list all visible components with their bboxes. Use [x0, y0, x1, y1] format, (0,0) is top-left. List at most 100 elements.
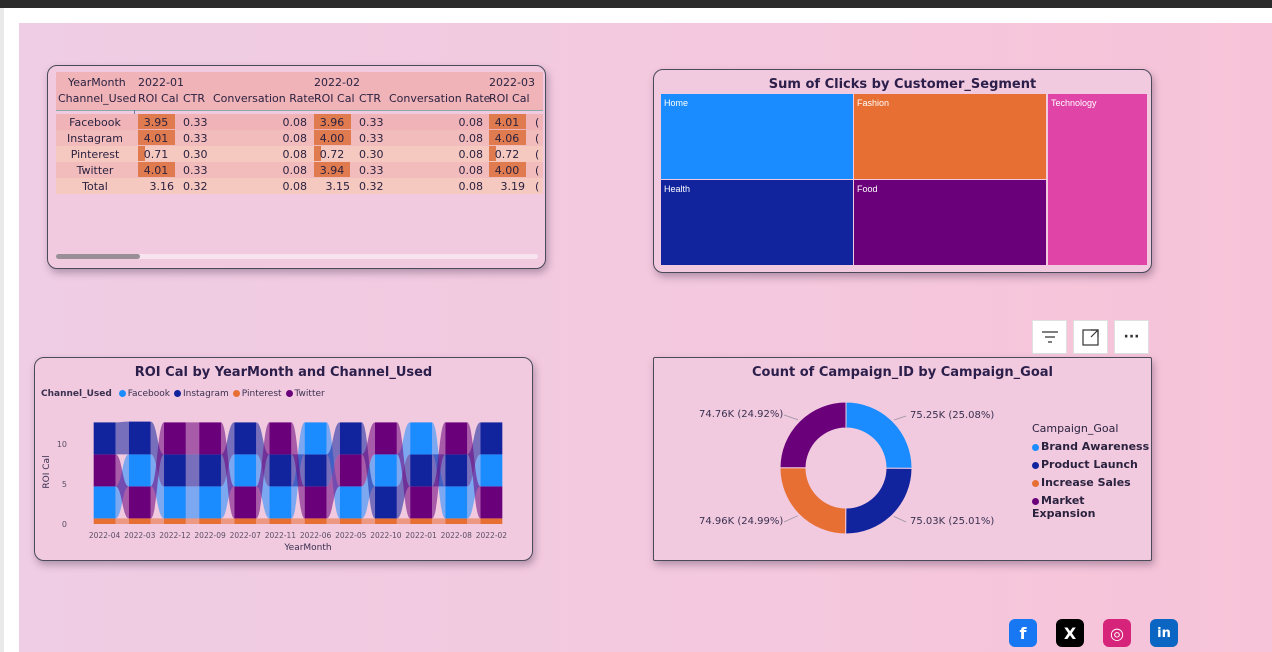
- bar-segment-pinterest[interactable]: [93, 518, 116, 524]
- bar-segment-instagram[interactable]: [339, 422, 362, 455]
- bar-segment-twitter[interactable]: [269, 422, 292, 455]
- matrix-cell: 0.08: [458, 164, 484, 177]
- x-tick-label: 2022-08: [441, 531, 473, 540]
- bar-segment-twitter[interactable]: [234, 486, 257, 519]
- bar-segment-pinterest[interactable]: [234, 518, 257, 524]
- treemap-tile-technology[interactable]: Technology: [1048, 94, 1147, 265]
- matrix-column-header: ROI Cal: [138, 92, 179, 105]
- legend-label: Product Launch: [1041, 458, 1138, 471]
- ribbon-chart-visual[interactable]: ROI Cal by YearMonth and Channel_Used Ch…: [34, 357, 533, 561]
- matrix-cell-clipped: (: [535, 148, 540, 161]
- bar-segment-twitter[interactable]: [375, 422, 397, 455]
- bar-segment-facebook[interactable]: [93, 486, 116, 519]
- donut-slice-brand-awareness[interactable]: [845, 401, 913, 469]
- legend-item[interactable]: Increase Sales: [1032, 476, 1151, 489]
- bar-segment-instagram[interactable]: [164, 454, 186, 487]
- bar-segment-instagram[interactable]: [410, 454, 432, 487]
- donut-chart-visual[interactable]: Count of Campaign_ID by Campaign_Goal 75…: [653, 357, 1152, 561]
- ribbon-plot: 10 5 0 ROI Cal 2022-04 2022-03 2022-12 2022-09 2…: [42, 421, 507, 553]
- matrix-visual[interactable]: YearMonth Channel_Used 2022-01 2022-02 2022-…: [47, 65, 546, 269]
- legend-title: Campaign_Goal: [1032, 422, 1119, 435]
- treemap-visual[interactable]: Sum of Clicks by Customer_Segment Home Fa…: [653, 69, 1152, 273]
- bar-segment-pinterest[interactable]: [480, 518, 503, 524]
- matrix-table: YearMonth Channel_Used 2022-01 2022-02 2022-…: [48, 66, 545, 268]
- ribbon-pinterest: [291, 518, 305, 524]
- donut-data-label: 75.25K (25.08%): [910, 410, 995, 421]
- bar-segment-pinterest[interactable]: [269, 518, 292, 524]
- report-canvas: YearMonth Channel_Used 2022-01 2022-02 2022-…: [19, 23, 1272, 652]
- donut-data-label: 75.03K (25.01%): [910, 516, 995, 527]
- bar-segment-twitter[interactable]: [339, 454, 362, 487]
- bar-segment-pinterest[interactable]: [199, 518, 221, 524]
- treemap-tile-food[interactable]: Food: [854, 180, 1046, 265]
- bar-segment-pinterest[interactable]: [339, 518, 362, 524]
- matrix-cell-clipped: (: [535, 180, 540, 193]
- bar-segment-pinterest[interactable]: [164, 518, 186, 524]
- bar-segment-pinterest[interactable]: [375, 518, 397, 524]
- bar-segment-facebook[interactable]: [339, 486, 362, 519]
- donut-slice-product-launch[interactable]: [845, 467, 913, 535]
- bar-segment-facebook[interactable]: [269, 486, 292, 519]
- filter-button[interactable]: [1032, 320, 1067, 354]
- bar-segment-facebook[interactable]: [445, 486, 468, 519]
- focus-mode-button[interactable]: [1073, 320, 1108, 354]
- bar-segment-instagram[interactable]: [199, 454, 221, 487]
- matrix-period-header: 2022-03: [489, 76, 535, 89]
- bar-segment-twitter[interactable]: [128, 486, 151, 519]
- y-tick-label: 10: [57, 440, 67, 449]
- matrix-cell: 0.08: [282, 148, 308, 161]
- bar-segment-instagram[interactable]: [445, 454, 468, 487]
- bar-segment-instagram[interactable]: [375, 486, 397, 519]
- donut-slice-market-expansion[interactable]: [779, 401, 847, 469]
- leader-line: [783, 414, 799, 421]
- scrollbar-thumb[interactable]: [56, 254, 140, 259]
- bar-segment-instagram[interactable]: [93, 422, 116, 455]
- bar-segment-twitter[interactable]: [410, 486, 432, 519]
- instagram-icon[interactable]: ◎: [1103, 619, 1131, 647]
- bar-segment-pinterest[interactable]: [445, 518, 468, 524]
- treemap-tile-home[interactable]: Home: [661, 94, 853, 179]
- bar-segment-twitter[interactable]: [93, 454, 116, 487]
- x-icon[interactable]: X: [1056, 619, 1084, 647]
- treemap-tile-fashion[interactable]: Fashion: [854, 94, 1046, 179]
- legend-dot: [1032, 444, 1039, 451]
- bar-segment-instagram[interactable]: [304, 454, 327, 487]
- treemap-tile-health[interactable]: Health: [661, 180, 853, 265]
- bar-segment-twitter[interactable]: [480, 486, 503, 519]
- linkedin-icon[interactable]: in: [1150, 619, 1178, 647]
- bar-segment-pinterest[interactable]: [128, 518, 151, 524]
- x-tick-label: 2022-12: [159, 531, 191, 540]
- bar-segment-twitter[interactable]: [445, 422, 468, 455]
- bar-segment-pinterest[interactable]: [304, 518, 327, 524]
- more-options-button[interactable]: ···: [1114, 320, 1149, 354]
- bar-segment-twitter[interactable]: [164, 422, 186, 455]
- facebook-icon[interactable]: f: [1009, 619, 1037, 647]
- matrix-cell-clipped: (: [535, 132, 540, 145]
- x-tick-label: 2022-04: [89, 531, 121, 540]
- matrix-cell: 4.00: [494, 164, 520, 177]
- bar-segment-facebook[interactable]: [304, 422, 327, 455]
- bar-segment-instagram[interactable]: [128, 421, 151, 455]
- legend-item[interactable]: Brand Awareness: [1032, 440, 1151, 453]
- donut-slice-increase-sales[interactable]: [779, 467, 847, 535]
- bar-segment-instagram[interactable]: [480, 422, 503, 455]
- bar-segment-facebook[interactable]: [128, 454, 151, 487]
- bar-segment-facebook[interactable]: [480, 454, 503, 487]
- bar-segment-facebook[interactable]: [199, 486, 221, 519]
- bar-segment-facebook[interactable]: [164, 486, 186, 519]
- matrix-column-header: Conversation Rate: [213, 92, 315, 105]
- focus-mode-icon: [1081, 329, 1099, 346]
- legend-item[interactable]: Product Launch: [1032, 458, 1151, 471]
- horizontal-scrollbar[interactable]: [56, 254, 538, 259]
- bar-segment-twitter[interactable]: [199, 422, 221, 455]
- matrix-cell: 0.08: [458, 148, 484, 161]
- bar-segment-instagram[interactable]: [234, 422, 257, 455]
- bar-segment-twitter[interactable]: [304, 486, 327, 519]
- matrix-cell: 0.33: [183, 132, 208, 145]
- bar-segment-facebook[interactable]: [234, 454, 257, 487]
- bar-segment-facebook[interactable]: [375, 454, 397, 487]
- bar-segment-facebook[interactable]: [410, 422, 432, 455]
- bar-segment-pinterest[interactable]: [410, 518, 432, 524]
- bar-segment-instagram[interactable]: [269, 454, 292, 487]
- legend-item[interactable]: Market Expansion: [1032, 494, 1151, 520]
